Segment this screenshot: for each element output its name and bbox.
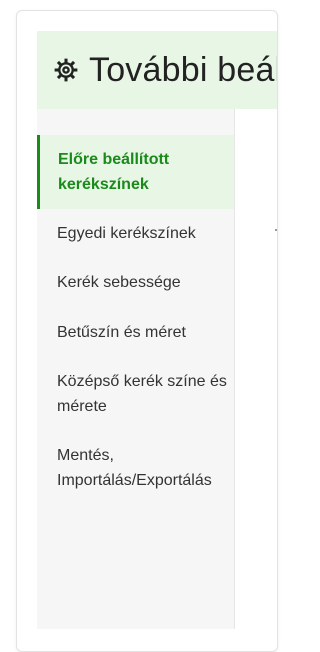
settings-card: További beállítások Előre beállított ker… <box>16 10 278 652</box>
gear-icon <box>54 58 78 82</box>
sidebar-item-preset-wheel-colors[interactable]: Előre beállított kerékszínek <box>37 135 234 209</box>
sidebar-item-font-color-size[interactable]: Betűszín és méret <box>37 320 234 345</box>
content-area-marker <box>275 229 277 231</box>
sidebar-item-center-wheel-color-size[interactable]: Középső kerék színe és mérete <box>37 369 234 419</box>
sidebar-item-save-import-export[interactable]: Mentés, Importálás/Exportálás <box>37 443 234 493</box>
settings-sidebar: Előre beállított kerékszínek Egyedi keré… <box>37 109 235 629</box>
sidebar-item-label: Középső kerék színe és mérete <box>57 373 227 415</box>
sidebar-item-label: Kerék sebessége <box>57 274 181 291</box>
sidebar-item-label: Mentés, Importálás/Exportálás <box>57 447 212 489</box>
settings-header: További beállítások <box>37 31 277 109</box>
sidebar-item-label: Előre beállított kerékszínek <box>58 151 170 193</box>
page-title: További beállítások <box>89 50 277 89</box>
sidebar-item-custom-wheel-colors[interactable]: Egyedi kerékszínek <box>37 221 234 246</box>
sidebar-item-wheel-speed[interactable]: Kerék sebessége <box>37 270 234 295</box>
sidebar-item-label: Egyedi kerékszínek <box>57 225 196 242</box>
sidebar-item-label: Betűszín és méret <box>57 324 186 341</box>
